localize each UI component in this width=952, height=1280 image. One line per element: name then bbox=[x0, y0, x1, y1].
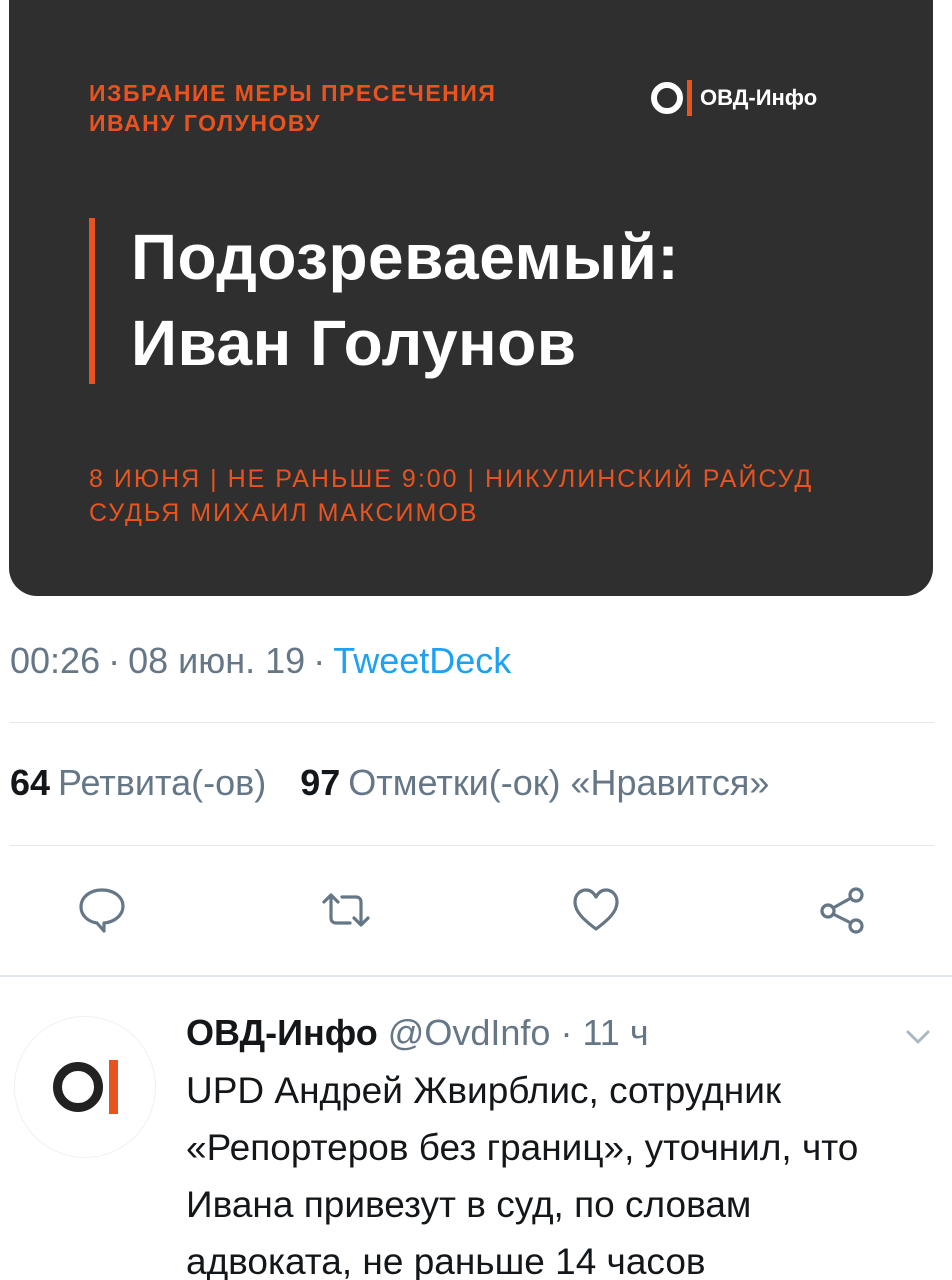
avatar-bar-icon bbox=[108, 1060, 118, 1114]
headline-accent-bar bbox=[89, 218, 95, 384]
likes-stat[interactable]: 97 Отметки(-ок) «Нравится» bbox=[300, 762, 769, 803]
avatar-circle-icon bbox=[52, 1062, 103, 1112]
reply-time[interactable]: 11 ч bbox=[582, 1012, 648, 1053]
tweet-time: 00:26 bbox=[10, 640, 101, 681]
media-headline: Подозреваемый: Иван Голунов bbox=[131, 214, 679, 386]
media-kicker-line2: ИВАНУ ГОЛУНОВУ bbox=[89, 110, 321, 136]
retweets-label: Ретвита(-ов) bbox=[58, 762, 267, 803]
share-icon bbox=[820, 887, 864, 934]
likes-count: 97 bbox=[300, 762, 341, 803]
logo-circle-icon bbox=[651, 82, 683, 114]
reply-button[interactable] bbox=[72, 880, 132, 940]
tweet-date: 08 июн. 19 bbox=[128, 640, 306, 681]
divider bbox=[10, 845, 934, 846]
reply-text-line: UPD Андрей Жвирблис, сотрудник bbox=[186, 1070, 782, 1111]
tweet-meta: 00:26 · 08 июн. 19 · TweetDeck bbox=[10, 640, 511, 682]
meta-separator: · bbox=[108, 640, 121, 681]
reply-text-line: «Репортеров без границ», уточнил, что bbox=[186, 1127, 859, 1168]
reply-text-line: Ивана привезут в суд, по словам bbox=[186, 1184, 752, 1225]
reply-handle[interactable]: @OvdInfo bbox=[388, 1012, 551, 1053]
chevron-down-icon bbox=[906, 1030, 930, 1044]
retweets-stat[interactable]: 64 Ретвита(-ов) bbox=[10, 762, 266, 803]
media-headline-line2: Иван Голунов bbox=[131, 307, 577, 379]
reply-text-line: адвоката, не раньше 14 часов bbox=[186, 1241, 706, 1280]
media-details: 8 ИЮНЯ | НЕ РАНЬШЕ 9:00 | НИКУЛИНСКИЙ РА… bbox=[89, 462, 813, 530]
retweet-button[interactable] bbox=[316, 880, 376, 940]
media-kicker: ИЗБРАНИЕ МЕРЫ ПРЕСЕЧЕНИЯ ИВАНУ ГОЛУНОВУ bbox=[89, 78, 496, 138]
share-button[interactable] bbox=[812, 880, 872, 940]
media-details-line2: СУДЬЯ МИХАИЛ МАКСИМОВ bbox=[89, 499, 479, 527]
tweet-menu-button[interactable] bbox=[900, 1022, 936, 1052]
logo-text: ОВД-Инфо bbox=[700, 85, 818, 110]
logo-bar-icon bbox=[687, 80, 692, 116]
reply-header: ОВД-Инфо @OvdInfo · 11 ч bbox=[186, 1010, 649, 1056]
tweet-client-link[interactable]: TweetDeck bbox=[333, 640, 511, 681]
reply-separator bbox=[0, 975, 952, 977]
reply-separator-dot: · bbox=[560, 1012, 573, 1053]
tweet-media-card[interactable]: ИЗБРАНИЕ МЕРЫ ПРЕСЕЧЕНИЯ ИВАНУ ГОЛУНОВУ … bbox=[9, 0, 933, 596]
tweet-action-bar bbox=[0, 880, 952, 950]
meta-separator: · bbox=[313, 640, 326, 681]
reply-icon bbox=[79, 888, 125, 933]
divider bbox=[10, 722, 934, 723]
reply-display-name[interactable]: ОВД-Инфо bbox=[186, 1012, 378, 1053]
heart-icon bbox=[573, 888, 619, 931]
likes-label: Отметки(-ок) «Нравится» bbox=[348, 762, 770, 803]
avatar[interactable] bbox=[14, 1016, 156, 1158]
retweet-icon bbox=[322, 893, 370, 927]
media-kicker-line1: ИЗБРАНИЕ МЕРЫ ПРЕСЕЧЕНИЯ bbox=[89, 80, 497, 106]
ovd-info-logo: ОВД-Инфо bbox=[651, 80, 817, 116]
media-details-line1: 8 ИЮНЯ | НЕ РАНЬШЕ 9:00 | НИКУЛИНСКИЙ РА… bbox=[89, 465, 814, 493]
retweets-count: 64 bbox=[10, 762, 51, 803]
media-headline-line1: Подозреваемый: bbox=[131, 221, 680, 293]
like-button[interactable] bbox=[566, 880, 626, 940]
tweet-stats: 64 Ретвита(-ов) 97 Отметки(-ок) «Нравится» bbox=[10, 762, 769, 804]
reply-text: UPD Андрей Жвирблис, сотрудник «Репортер… bbox=[186, 1062, 936, 1280]
